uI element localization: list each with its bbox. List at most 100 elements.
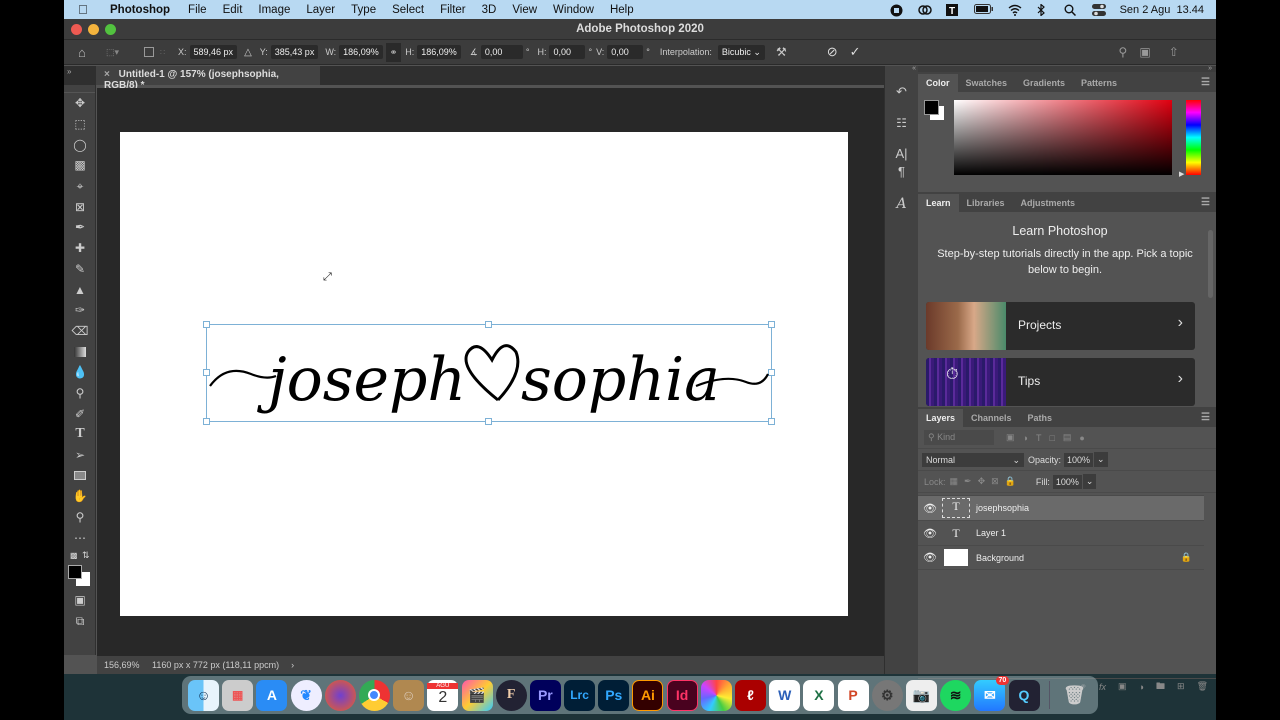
dock-chrome[interactable] bbox=[358, 679, 390, 711]
history-panel-icon[interactable]: ↶ bbox=[885, 72, 918, 102]
text-app-icon[interactable]: T bbox=[945, 3, 960, 17]
dock-final-cut-pro[interactable]: 🎬 bbox=[461, 679, 493, 711]
tab-patterns[interactable]: Patterns bbox=[1073, 78, 1125, 92]
object-selection-tool-icon[interactable]: ▩ bbox=[64, 155, 96, 176]
h-skew-field[interactable]: 0,00 bbox=[549, 45, 586, 59]
x-position-field[interactable]: 589,46 px bbox=[189, 45, 238, 59]
dock-photos[interactable] bbox=[700, 679, 732, 711]
document-tab[interactable]: × Untitled-1 @ 157% (josephsophia, RGB/8… bbox=[96, 66, 320, 91]
v-skew-field[interactable]: 0,00 bbox=[607, 45, 644, 59]
search-icon[interactable]: ⚲ bbox=[1119, 45, 1128, 59]
y-position-field[interactable]: 385,43 px bbox=[270, 45, 319, 59]
dock-fontself[interactable]: F bbox=[495, 679, 527, 711]
type-tool-icon[interactable]: T bbox=[64, 424, 96, 445]
color-fg-swatch[interactable] bbox=[924, 100, 939, 115]
history-brush-tool-icon[interactable]: ✑ bbox=[64, 300, 96, 321]
tab-paths[interactable]: Paths bbox=[1020, 413, 1061, 427]
dock-finder[interactable]: ☺ bbox=[188, 679, 219, 711]
dock-acrobat[interactable]: ℓ bbox=[735, 679, 766, 711]
layer-name[interactable]: Background bbox=[976, 553, 1024, 563]
fill-dropdown-icon[interactable]: ⌄ bbox=[1082, 474, 1097, 489]
panel-menu-icon[interactable]: ☰ bbox=[1201, 77, 1210, 88]
visibility-eye-icon[interactable]: 👁 bbox=[918, 551, 942, 564]
menu-help[interactable]: Help bbox=[610, 4, 634, 16]
healing-brush-tool-icon[interactable]: ✚ bbox=[64, 238, 96, 259]
dock-lightroom-classic[interactable]: Lrc bbox=[564, 679, 596, 711]
menu-app-name[interactable]: Photoshop bbox=[110, 4, 170, 16]
close-tab-icon[interactable]: × bbox=[104, 69, 110, 80]
filter-type-icon[interactable]: T bbox=[1036, 433, 1042, 443]
menu-layer[interactable]: Layer bbox=[306, 4, 335, 16]
cancel-transform-icon[interactable]: ⊘ bbox=[827, 44, 838, 60]
battery-icon[interactable] bbox=[973, 3, 994, 16]
rotate-angle-field[interactable]: 0,00 bbox=[480, 45, 523, 59]
swap-colors-icon[interactable]: ▩ ⇅ bbox=[64, 548, 95, 564]
control-center-icon[interactable] bbox=[1091, 3, 1106, 16]
panel-menu-icon[interactable]: ☰ bbox=[1201, 412, 1210, 423]
tab-libraries[interactable]: Libraries bbox=[959, 198, 1013, 212]
apple-icon[interactable]:  bbox=[78, 2, 100, 17]
layer-name[interactable]: Layer 1 bbox=[976, 528, 1006, 538]
pen-tool-icon[interactable]: ✐ bbox=[64, 403, 96, 424]
gradient-tool-icon[interactable] bbox=[64, 341, 96, 362]
dock-word[interactable]: W bbox=[769, 679, 801, 711]
toolbar-collapse-icon[interactable]: » bbox=[67, 67, 71, 76]
menu-image[interactable]: Image bbox=[258, 4, 290, 16]
color-saturation-field[interactable] bbox=[954, 100, 1172, 175]
bluetooth-icon[interactable] bbox=[1036, 2, 1050, 17]
dock-calendar[interactable]: AGU 2 bbox=[427, 679, 459, 711]
layer-row-background[interactable]: 👁 Background 🔒 bbox=[918, 545, 1204, 570]
rectangle-tool-icon[interactable] bbox=[64, 465, 96, 486]
layer-row-josephsophia[interactable]: 👁 T josephsophia bbox=[918, 495, 1204, 520]
dock-launchpad[interactable]: ▦ bbox=[222, 679, 254, 711]
new-layer-icon[interactable]: ⊞ bbox=[1177, 681, 1185, 692]
tab-adjustments[interactable]: Adjustments bbox=[1013, 198, 1084, 212]
visibility-eye-icon[interactable]: 👁 bbox=[918, 502, 942, 515]
share-icon[interactable]: ⇧ bbox=[1169, 45, 1179, 59]
menu-select[interactable]: Select bbox=[392, 4, 424, 16]
lock-position-icon[interactable]: ✥ bbox=[978, 476, 986, 487]
clone-stamp-tool-icon[interactable]: ▲ bbox=[64, 279, 96, 300]
fill-field[interactable]: 100% bbox=[1052, 474, 1082, 489]
layer-row-layer-1[interactable]: 👁 T Layer 1 bbox=[918, 520, 1204, 545]
dock-powerpoint[interactable]: P bbox=[837, 679, 869, 711]
tab-color[interactable]: Color bbox=[918, 74, 958, 92]
dock-indesign[interactable]: Id bbox=[666, 679, 698, 711]
menu-edit[interactable]: Edit bbox=[223, 4, 243, 16]
tab-learn[interactable]: Learn bbox=[918, 194, 959, 212]
panel-menu-icon[interactable]: ☰ bbox=[1201, 197, 1210, 208]
marquee-tool-icon[interactable]: ⬚ bbox=[64, 114, 96, 135]
blend-mode-select[interactable]: Normal ⌄ bbox=[922, 452, 1024, 467]
status-menu-chevron-icon[interactable]: › bbox=[291, 660, 294, 670]
spotlight-icon[interactable] bbox=[1064, 4, 1078, 16]
dock-photoshop[interactable]: Ps bbox=[598, 679, 630, 711]
creative-cloud-icon[interactable] bbox=[917, 4, 932, 16]
dock-trash[interactable]: 🗑 bbox=[1059, 680, 1090, 711]
reference-point-grid-icon[interactable]: ∷ bbox=[160, 48, 174, 57]
menu-view[interactable]: View bbox=[512, 4, 537, 16]
hue-slider-handle[interactable]: ▶ bbox=[1179, 170, 1184, 178]
tab-gradients[interactable]: Gradients bbox=[1015, 78, 1073, 92]
link-aspect-icon[interactable]: ⚭ bbox=[385, 42, 402, 62]
dock-illustrator[interactable]: Ai bbox=[632, 679, 664, 711]
lock-artboard-icon[interactable]: ⊠ bbox=[991, 476, 999, 487]
paragraph-panel-icon[interactable]: ¶ bbox=[885, 158, 918, 186]
filter-shape-icon[interactable]: □ bbox=[1049, 433, 1054, 443]
filter-pixel-icon[interactable]: ▣ bbox=[1006, 432, 1015, 443]
delete-layer-icon[interactable]: 🗑 bbox=[1197, 681, 1208, 692]
layer-lock-icon[interactable]: 🔒 bbox=[1181, 552, 1192, 563]
commit-transform-icon[interactable]: ✓ bbox=[850, 44, 861, 60]
filter-adjustment-icon[interactable]: ◑ bbox=[1023, 433, 1028, 443]
relative-position-icon[interactable]: △ bbox=[244, 47, 252, 58]
new-group-icon[interactable]: 🖿 bbox=[1156, 679, 1165, 695]
edit-toolbar-icon[interactable]: ⋯ bbox=[64, 527, 96, 548]
zoom-tool-icon[interactable]: ⚲ bbox=[64, 507, 96, 528]
menu-3d[interactable]: 3D bbox=[482, 4, 497, 16]
dock-contacts[interactable]: ☺ bbox=[393, 679, 425, 711]
crop-tool-icon[interactable]: ⌖ bbox=[64, 176, 96, 197]
menu-filter[interactable]: Filter bbox=[440, 4, 466, 16]
learn-card-projects[interactable]: Projects › bbox=[926, 302, 1195, 350]
lasso-tool-icon[interactable]: ◯ bbox=[64, 134, 96, 155]
quick-mask-icon[interactable]: ▣ bbox=[64, 590, 96, 611]
dock-mail[interactable]: ✉ 70 bbox=[974, 675, 1010, 711]
